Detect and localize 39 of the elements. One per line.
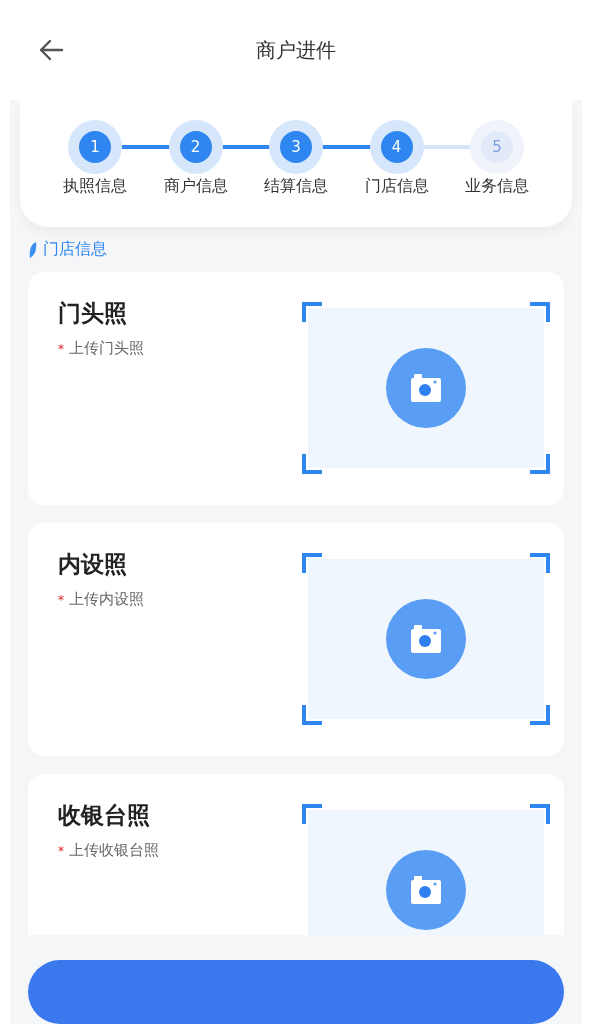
corner-bracket: [302, 804, 322, 824]
required-mark: *: [58, 341, 64, 356]
corner-bracket: [530, 804, 550, 824]
upload-title: 内设照: [58, 550, 128, 579]
upload-area[interactable]: [302, 553, 550, 725]
corner-bracket: [302, 705, 322, 725]
corner-bracket: [530, 705, 550, 725]
upload-area[interactable]: [302, 804, 550, 935]
required-mark: *: [58, 592, 64, 607]
step-marker: 1: [68, 120, 122, 174]
upload-title: 门头照: [58, 299, 128, 328]
upload-title: 收银台照: [58, 801, 151, 830]
corner-bracket: [302, 553, 322, 573]
required-mark: *: [58, 843, 64, 858]
step-marker: 4: [369, 120, 424, 174]
step-label: 执照信息: [63, 176, 127, 197]
page-title: 商户进件: [256, 36, 336, 64]
step-label: 商户信息: [163, 176, 228, 197]
upload-area[interactable]: [302, 302, 550, 474]
back-icon[interactable]: [38, 38, 64, 62]
leaf-icon: [29, 241, 37, 258]
step-marker: 3: [269, 120, 323, 174]
camera-icon[interactable]: [386, 599, 466, 679]
corner-bracket: [530, 454, 550, 474]
corner-bracket: [530, 553, 550, 573]
camera-icon[interactable]: [386, 348, 466, 428]
corner-bracket: [530, 302, 550, 322]
step-marker: 2: [168, 120, 223, 174]
corner-bracket: [302, 454, 322, 474]
upload-hint: 上传内设照: [69, 590, 144, 609]
step-label: 结算信息: [264, 176, 328, 197]
section-title: 门店信息: [43, 239, 107, 260]
upload-hint: 上传收银台照: [69, 841, 159, 860]
step-label: 业务信息: [465, 176, 529, 197]
corner-bracket: [302, 302, 322, 322]
step-marker: 5: [470, 120, 524, 174]
step-label: 门店信息: [364, 176, 429, 197]
camera-icon[interactable]: [386, 850, 466, 930]
upload-hint: 上传门头照: [69, 339, 144, 358]
